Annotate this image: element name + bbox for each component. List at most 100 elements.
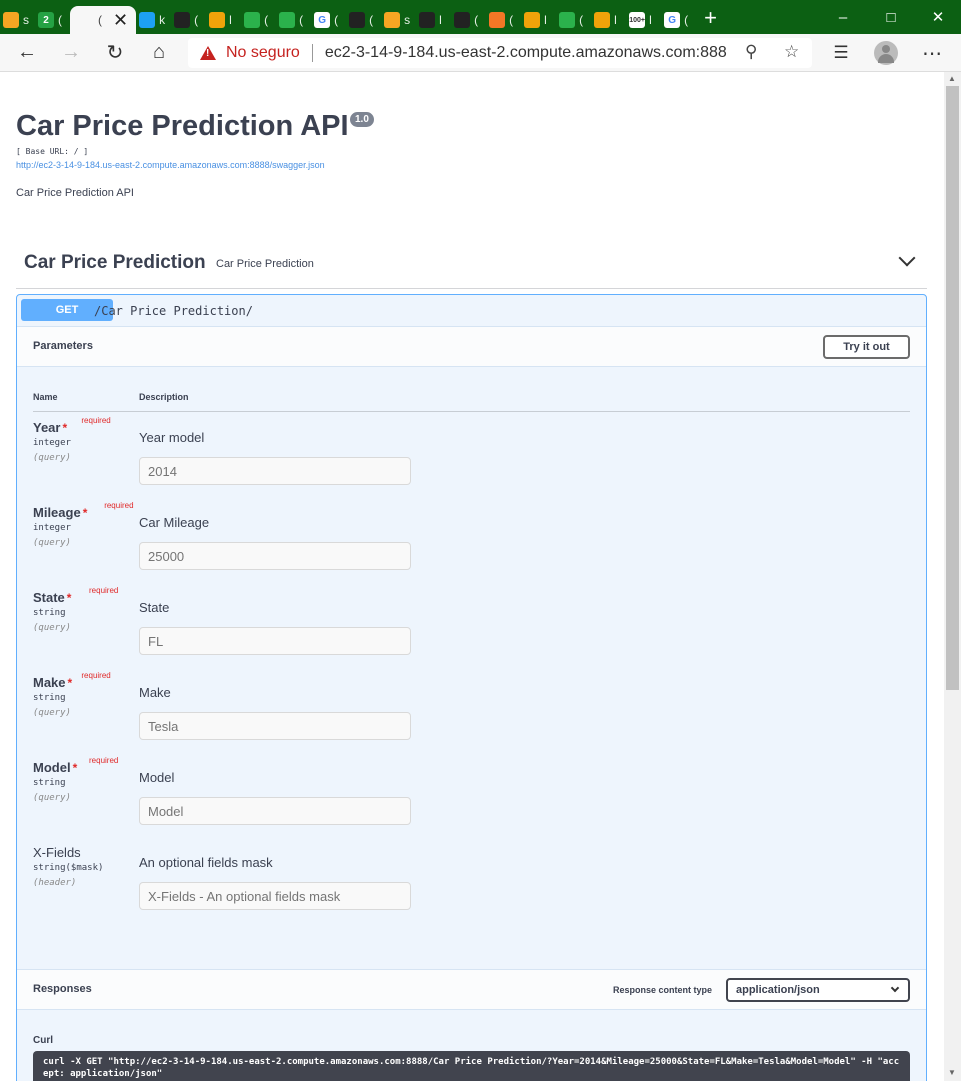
browser-tab[interactable]: 2( — [35, 6, 70, 34]
minimize-button[interactable]: – — [820, 0, 866, 34]
more-icon[interactable]: ⋯ — [915, 36, 949, 70]
parameter-input[interactable] — [139, 797, 411, 825]
parameter-location: (query) — [33, 538, 71, 548]
globe-icon — [279, 12, 296, 28]
required-label: required — [89, 586, 119, 595]
parameter-name: Mileage * — [33, 505, 87, 520]
tab-title: l — [439, 13, 442, 27]
parameter-input[interactable] — [139, 882, 411, 910]
browser-tab[interactable]: (✕ — [70, 6, 137, 34]
zoom-icon[interactable]: ⚲ — [745, 42, 757, 62]
operation-path[interactable]: /Car Price Prediction/ — [94, 304, 253, 318]
scroll-down-icon[interactable]: ▼ — [948, 1068, 956, 1077]
browser-tab[interactable]: l — [521, 6, 556, 34]
reload-icon[interactable]: ↻ — [98, 36, 132, 70]
tag-name[interactable]: Car Price Prediction — [24, 252, 206, 274]
tab-title: ( — [98, 13, 102, 27]
parameter-description: Car Mileage — [139, 515, 210, 530]
required-label: required — [89, 756, 119, 765]
tab-badge: 100+ — [629, 16, 645, 24]
parameter-name: State * — [33, 590, 71, 605]
github-icon — [174, 12, 191, 28]
parameter-input[interactable] — [139, 627, 411, 655]
tag-header[interactable]: Car Price Prediction Car Price Predictio… — [16, 244, 927, 289]
divider — [311, 44, 313, 62]
avatar[interactable] — [874, 41, 898, 65]
content-type-select[interactable]: application/json — [726, 978, 910, 1002]
operation-block: GET /Car Price Prediction/ Parameters Tr… — [16, 294, 927, 1081]
tab-title: ( — [369, 13, 374, 27]
close-icon — [78, 12, 94, 28]
browser-tab[interactable]: ( — [451, 6, 486, 34]
tab-title: l — [229, 13, 232, 27]
scrollbar-thumb[interactable] — [946, 86, 959, 690]
parameter-name-text: Model — [33, 760, 71, 775]
scrollbar[interactable]: ▲ ▼ — [944, 72, 961, 1081]
browser-tab[interactable]: l — [591, 6, 626, 34]
parameter-location: (header) — [33, 878, 77, 888]
page-title: Car Price Prediction API — [16, 110, 349, 142]
chevron-down-icon — [890, 983, 900, 993]
tab-title: l — [649, 13, 652, 27]
browser-tab[interactable]: ( — [241, 6, 276, 34]
close-window-button[interactable]: ✕ — [915, 0, 961, 34]
address-bar[interactable]: No seguro ec2-3-14-9-184.us-east-2.compu… — [188, 38, 812, 68]
forward-icon[interactable]: → — [54, 36, 88, 70]
k-letter-icon — [139, 12, 156, 28]
browser-tab[interactable]: ( — [556, 6, 591, 34]
back-icon[interactable]: ← — [10, 36, 44, 70]
warning-icon — [200, 46, 216, 60]
browser-tab[interactable]: G( — [311, 6, 346, 34]
parameter-description: Model — [139, 770, 175, 785]
tab-title: ( — [334, 13, 339, 27]
parameter-description: An optional fields mask — [139, 855, 273, 870]
parameter-type: integer — [33, 523, 71, 533]
parameter-location: (query) — [33, 623, 71, 633]
parameter-name: Model * — [33, 760, 77, 775]
chevron-down-icon[interactable] — [898, 249, 916, 267]
try-it-out-button[interactable]: Try it out — [823, 335, 910, 359]
browser-tab[interactable]: s — [381, 6, 416, 34]
parameter-name: Make * — [33, 675, 72, 690]
browser-tab[interactable]: s — [0, 6, 35, 34]
parameter-input[interactable] — [139, 457, 411, 485]
tab-title: l — [614, 13, 617, 27]
box-icon — [594, 12, 611, 28]
parameter-input[interactable] — [139, 712, 411, 740]
required-asterisk: * — [82, 506, 88, 520]
parameter-row: Mileage * required integer (query) Car Mileag… — [33, 501, 910, 590]
parameter-type: string — [33, 608, 66, 618]
tab-title: s — [404, 13, 411, 27]
jupyter-icon — [489, 12, 506, 28]
tab-title: ( — [58, 13, 62, 27]
parameter-name-text: Mileage — [33, 505, 81, 520]
parameter-name: X-Fields — [33, 845, 81, 860]
browser-tab[interactable]: l — [416, 6, 451, 34]
maximize-button[interactable]: □ — [868, 0, 914, 34]
curl-command[interactable]: curl -X GET "http://ec2-3-14-9-184.us-ea… — [33, 1051, 910, 1081]
browser-tab[interactable]: G( — [661, 6, 696, 34]
security-status[interactable]: No seguro — [226, 44, 300, 62]
tab-title: ( — [264, 13, 269, 27]
url-text[interactable]: ec2-3-14-9-184.us-east-2.compute.amazona… — [325, 44, 727, 62]
browser-tab[interactable]: l — [206, 6, 241, 34]
new-tab-button[interactable]: + — [704, 5, 717, 31]
globe-icon — [244, 12, 261, 28]
bar-chart-icon — [384, 12, 401, 28]
home-icon[interactable]: ⌂ — [142, 36, 176, 70]
browser-tab[interactable]: 100+ l — [626, 6, 661, 34]
browser-tab[interactable]: ( — [171, 6, 206, 34]
parameter-type: string — [33, 693, 66, 703]
spec-link[interactable]: http://ec2-3-14-9-184.us-east-2.compute.… — [16, 160, 325, 170]
star-icon[interactable]: ☆ — [784, 42, 799, 62]
favorites-icon[interactable]: ☰ — [824, 36, 858, 70]
required-asterisk: * — [62, 421, 68, 435]
browser-tab[interactable]: ( — [486, 6, 521, 34]
base-url: [ Base URL: / ] — [16, 147, 89, 156]
browser-tab[interactable]: ( — [346, 6, 381, 34]
browser-tab[interactable]: k — [136, 6, 171, 34]
close-icon[interactable]: ✕ — [113, 10, 128, 31]
scroll-up-icon[interactable]: ▲ — [948, 74, 956, 83]
browser-tab[interactable]: ( — [276, 6, 311, 34]
parameter-input[interactable] — [139, 542, 411, 570]
